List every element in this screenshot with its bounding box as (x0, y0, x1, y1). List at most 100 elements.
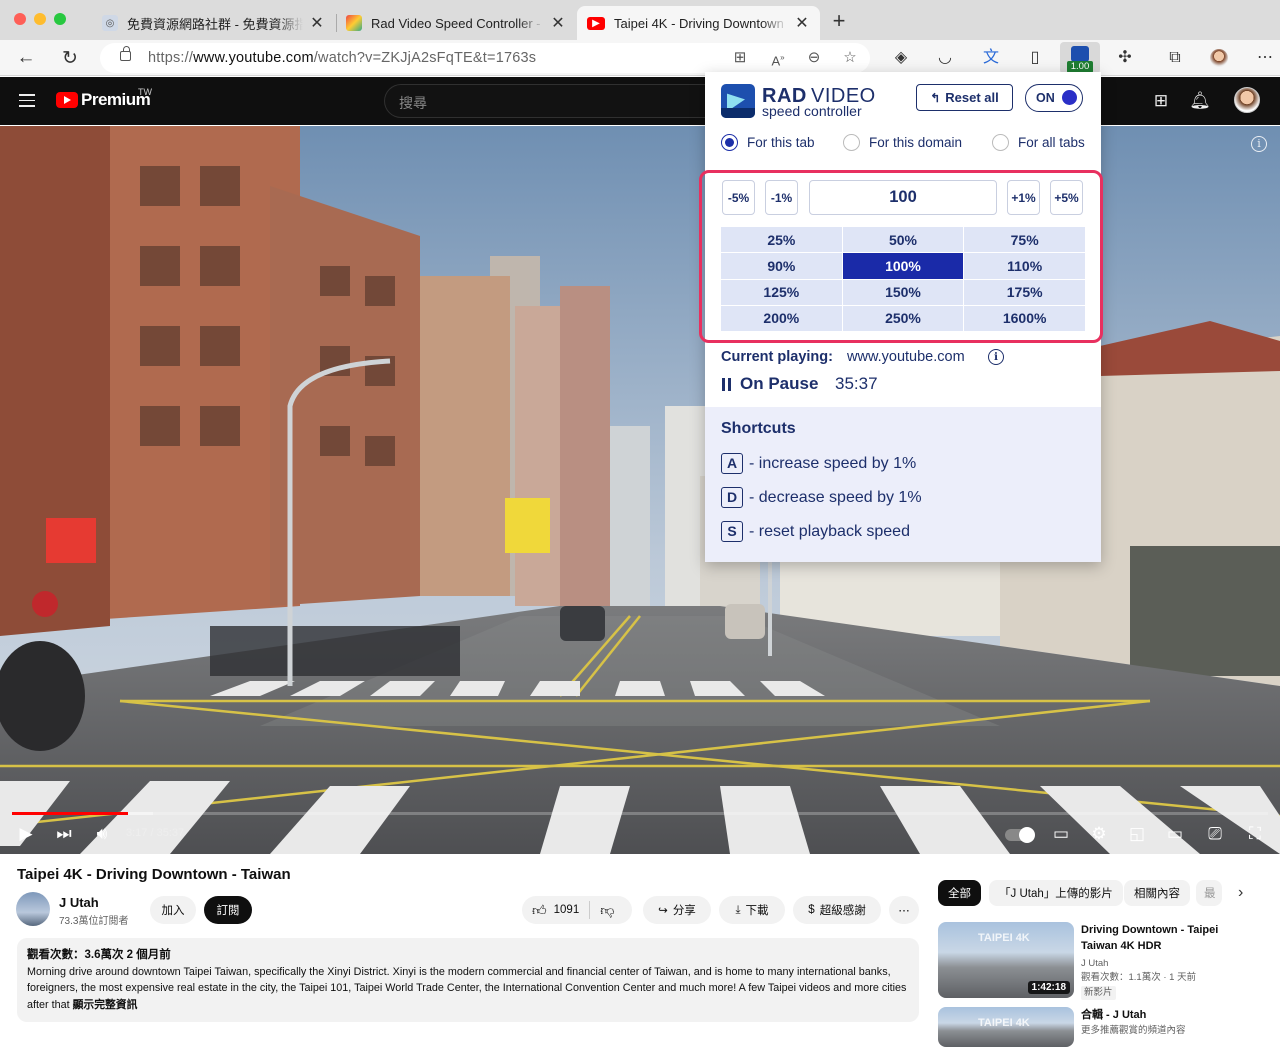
reload-icon[interactable]: ↻ (56, 44, 84, 72)
collections-icon[interactable]: ⧉ (1164, 47, 1186, 69)
join-button[interactable]: 加入 (150, 896, 196, 924)
layers-extension-icon[interactable]: ◈ (890, 47, 912, 69)
search-input[interactable]: 搜尋 (384, 84, 714, 118)
recommendation-title[interactable]: Driving Downtown - Taipei Taiwan 4K HDR (1081, 922, 1256, 954)
share-button[interactable]: ↪ 分享 (643, 896, 711, 924)
speed-preset-125[interactable]: 125% (721, 279, 842, 305)
add-favorite-icon[interactable]: ☆ (840, 48, 860, 68)
channel-avatar[interactable] (16, 892, 50, 926)
share-icon: ↪ (658, 905, 668, 917)
browser-tab-3-active[interactable]: ▶ Taipei 4K - Driving Downtown - Taiwan … (577, 6, 820, 40)
recommendation-thumbnail[interactable]: TAIPEI 4K 1:42:18 (938, 922, 1074, 998)
speed-preset-50[interactable]: 50% (842, 227, 964, 253)
super-thanks-button[interactable]: $ 超級感謝 (793, 896, 881, 924)
address-bar[interactable]: https://www.youtube.com/watch?v=ZKJjA2sF… (100, 43, 870, 73)
tab-title: Taipei 4K - Driving Downtown - Taiwan (614, 15, 788, 31)
thumbs-up-icon[interactable]: 👍︎ (532, 902, 547, 919)
miniplayer-icon[interactable]: ◱ (1126, 824, 1148, 844)
cast-icon[interactable]: ⎚ (1204, 824, 1226, 844)
channel-name[interactable]: J Utah (59, 895, 99, 910)
chip-related[interactable]: 相關內容 (1124, 880, 1190, 906)
description-box[interactable]: 觀看次數：3.6萬次 2 個月前 Morning drive around do… (17, 938, 919, 1022)
minus-5-button[interactable]: -5% (722, 180, 755, 215)
speed-preset-75[interactable]: 75% (964, 227, 1085, 253)
profile-avatar[interactable] (1210, 49, 1228, 67)
rad-video-logo-icon (1071, 46, 1089, 62)
scope-radio-this-tab[interactable]: For this tab (721, 134, 815, 151)
info-icon[interactable]: i (988, 349, 1004, 365)
back-arrow-icon[interactable]: ← (12, 44, 40, 72)
app-available-icon[interactable]: ⊞ (730, 48, 750, 68)
scope-radio-this-domain[interactable]: For this domain (843, 134, 962, 151)
thumbs-down-icon[interactable]: 👎︎ (600, 902, 614, 919)
next-video-icon[interactable]: ⏭︎ (54, 824, 74, 844)
current-site: www.youtube.com (847, 349, 965, 365)
theater-mode-icon[interactable]: ▭ (1164, 824, 1186, 844)
scope-radio-all-tabs[interactable]: For all tabs (992, 134, 1085, 151)
recommendation-channel[interactable]: J Utah (1081, 957, 1108, 971)
key-s: S (721, 521, 743, 542)
shortcut-row: A- increase speed by 1% (721, 453, 916, 474)
speed-preset-90[interactable]: 90% (721, 253, 842, 279)
progress-bar[interactable] (12, 812, 1268, 815)
speed-preset-1600[interactable]: 1600% (964, 305, 1085, 331)
tab-close-icon[interactable]: ✕ (794, 13, 810, 33)
minus-1-button[interactable]: -1% (765, 180, 798, 215)
playback-state: On Pause (740, 374, 819, 393)
plus-5-button[interactable]: +5% (1050, 180, 1083, 215)
like-count[interactable]: 1091 (554, 904, 580, 916)
volume-icon[interactable]: 🔊︎ (92, 824, 112, 844)
chip-next-chevron-icon[interactable]: › (1238, 884, 1243, 902)
pocket-icon[interactable]: ◡ (934, 47, 956, 69)
speed-preset-200[interactable]: 200% (721, 305, 842, 331)
recommendation-thumbnail[interactable]: TAIPEI 4K (938, 1007, 1074, 1047)
chip-channel-uploads[interactable]: 「J Utah」上傳的影片 (989, 880, 1123, 906)
notifications-bell-icon[interactable]: 🔔︎ (1188, 89, 1212, 113)
more-actions-button[interactable]: ⋯ (889, 896, 919, 924)
reset-all-button[interactable]: ↰ Reset all (916, 84, 1013, 111)
create-video-icon[interactable]: ⊞ (1149, 89, 1173, 113)
menu-icon[interactable] (19, 94, 35, 107)
toggle-knob (1062, 90, 1077, 105)
video-info-icon[interactable]: i (1251, 136, 1267, 152)
speed-preset-25[interactable]: 25% (721, 227, 842, 253)
close-window-button[interactable] (14, 13, 26, 25)
chip-all[interactable]: 全部 (938, 880, 981, 906)
more-icon[interactable]: ⋯ (1254, 47, 1276, 69)
chip-partial[interactable]: 最 (1196, 880, 1222, 906)
recommendation-title[interactable]: 合輯 - J Utah (1081, 1007, 1256, 1023)
translate-icon[interactable]: 文 (980, 47, 1002, 69)
speed-preset-100[interactable]: 100% (842, 253, 964, 279)
minimize-window-button[interactable] (34, 13, 46, 25)
speed-preset-250[interactable]: 250% (842, 305, 964, 331)
plus-1-button[interactable]: +1% (1007, 180, 1040, 215)
speed-input[interactable]: 100 (809, 180, 997, 215)
extensions-puzzle-icon[interactable]: ✣ (1114, 47, 1136, 69)
settings-gear-icon[interactable]: ⚙︎ (1088, 824, 1110, 844)
play-icon[interactable]: ▶ (16, 824, 36, 844)
zoom-icon[interactable]: ⊖ (804, 48, 824, 68)
speed-preset-110[interactable]: 110% (964, 253, 1085, 279)
browser-tab-2[interactable]: Rad Video Speed Controller - Chrome ✕ (336, 6, 576, 40)
rad-video-speed-extension-button[interactable]: 1.00 (1060, 42, 1100, 74)
read-aloud-icon[interactable]: A» (768, 48, 788, 68)
tab-close-icon[interactable]: ✕ (550, 13, 566, 33)
url-text[interactable]: https://www.youtube.com/watch?v=ZKJjA2sF… (148, 50, 536, 66)
extension-favicon-icon (346, 15, 362, 31)
zoom-window-button[interactable] (54, 13, 66, 25)
speed-preset-150[interactable]: 150% (842, 279, 964, 305)
show-more-link[interactable]: 顯示完整資訊 (73, 999, 138, 1011)
browser-tab-1[interactable]: ◎ 免費資源網路社群 - 免費資源指南 ✕ (92, 6, 335, 40)
tab-close-icon[interactable]: ✕ (309, 13, 325, 33)
subtitles-icon[interactable]: ▭ (1050, 824, 1072, 844)
account-avatar[interactable] (1234, 87, 1260, 113)
password-icon[interactable]: ▯ (1024, 47, 1046, 69)
download-button[interactable]: ⤓ 下載 (719, 896, 785, 924)
speed-preset-175[interactable]: 175% (964, 279, 1085, 305)
subscribe-button[interactable]: 訂閱 (204, 896, 252, 924)
youtube-logo-icon[interactable] (56, 92, 78, 108)
new-tab-button[interactable]: + (828, 8, 850, 34)
on-off-toggle[interactable]: ON (1025, 84, 1083, 112)
fullscreen-icon[interactable]: ⛶ (1244, 824, 1266, 844)
autoplay-toggle[interactable] (1004, 824, 1035, 844)
